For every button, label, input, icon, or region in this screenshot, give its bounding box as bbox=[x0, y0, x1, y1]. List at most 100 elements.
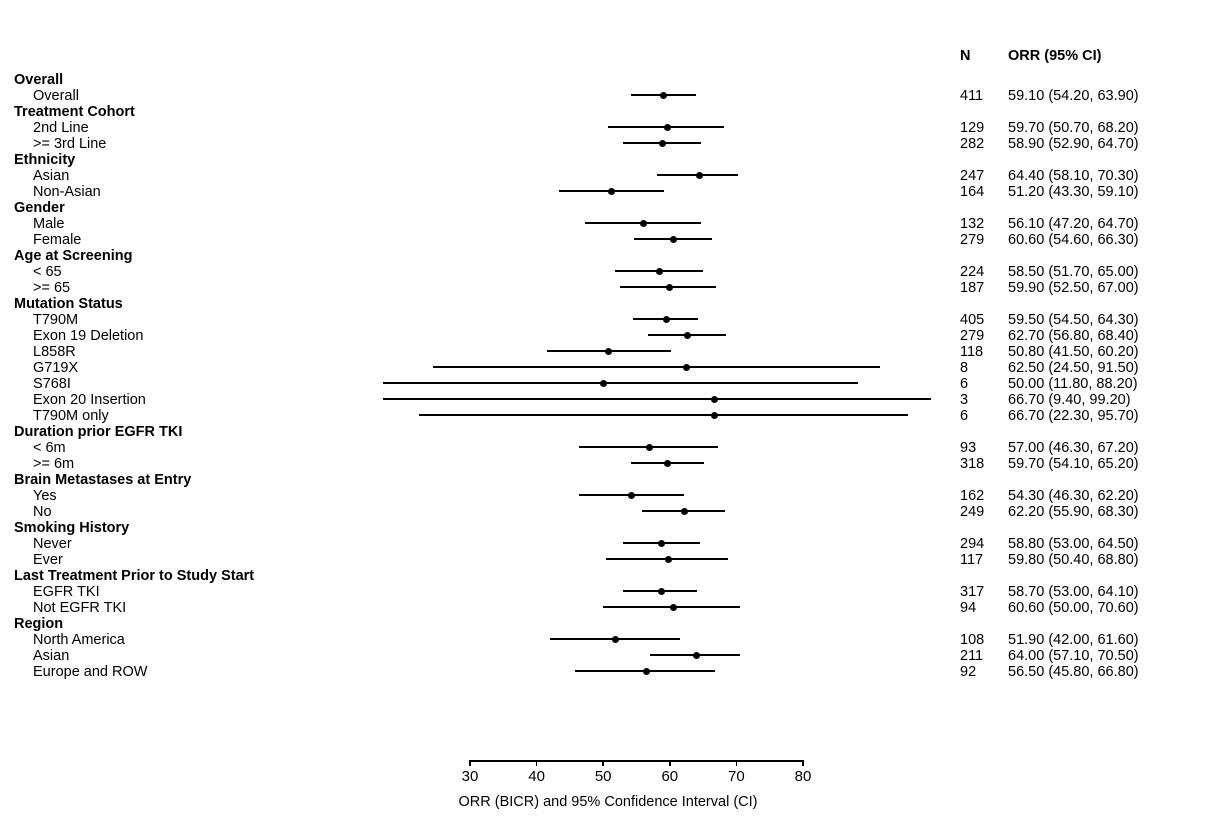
subgroup-row-label: Overall bbox=[33, 88, 79, 104]
subgroup-row-label: 2nd Line bbox=[33, 120, 89, 136]
cell-n: 6 bbox=[960, 408, 969, 424]
cell-orr-ci: 58.50 (51.70, 65.00) bbox=[1008, 264, 1139, 280]
subgroup-row-label: S768I bbox=[33, 376, 71, 392]
subgroup-row-label: EGFR TKI bbox=[33, 584, 100, 600]
cell-orr-ci: 62.20 (55.90, 68.30) bbox=[1008, 504, 1139, 520]
cell-orr-ci: 66.70 (22.30, 95.70) bbox=[1008, 408, 1139, 424]
subgroup-row-label: Non-Asian bbox=[33, 184, 101, 200]
axis-tick-label: 60 bbox=[661, 768, 679, 785]
cell-n: 3 bbox=[960, 392, 969, 408]
subgroup-row-label: < 6m bbox=[33, 440, 66, 456]
subgroup-heading: Last Treatment Prior to Study Start bbox=[14, 568, 255, 584]
cell-n: 317 bbox=[960, 584, 985, 600]
subgroup-heading: Ethnicity bbox=[14, 152, 76, 168]
subgroup-heading: Age at Screening bbox=[14, 248, 133, 264]
cell-n: 318 bbox=[960, 456, 985, 472]
cell-orr-ci: 51.90 (42.00, 61.60) bbox=[1008, 632, 1139, 648]
forest-plot: Overall Overall Treatment Cohort 2nd Line >=… bbox=[0, 0, 1216, 825]
cell-n: 411 bbox=[960, 88, 984, 104]
cell-orr-ci: 51.20 (43.30, 59.10) bbox=[1008, 184, 1139, 200]
subgroup-heading: Overall bbox=[14, 72, 64, 88]
axis-tick bbox=[802, 760, 804, 766]
axis-tick bbox=[602, 760, 604, 766]
confidence-interval-layer bbox=[383, 0, 935, 760]
subgroup-row-label: Exon 20 Insertion bbox=[33, 392, 146, 408]
subgroup-row-label: Asian bbox=[33, 168, 70, 184]
cell-orr-ci: 60.60 (54.60, 66.30) bbox=[1008, 232, 1139, 248]
subgroup-row-label: < 65 bbox=[33, 264, 62, 280]
cell-orr-ci: 58.80 (53.00, 64.50) bbox=[1008, 536, 1139, 552]
subgroup-row-label: >= 65 bbox=[33, 280, 71, 296]
point-estimate-marker bbox=[695, 171, 703, 179]
cell-orr-ci: 56.10 (47.20, 64.70) bbox=[1008, 216, 1139, 232]
point-estimate-marker bbox=[658, 139, 666, 147]
cell-orr-ci: 50.00 (11.80, 88.20) bbox=[1008, 376, 1138, 392]
point-estimate-marker bbox=[660, 91, 668, 99]
subgroup-row-label: G719X bbox=[33, 360, 79, 376]
cell-n: 94 bbox=[960, 600, 977, 616]
axis-tick bbox=[469, 760, 471, 766]
cell-n: 279 bbox=[960, 328, 985, 344]
point-estimate-marker bbox=[599, 379, 607, 387]
subgroup-row-label: Female bbox=[33, 232, 82, 248]
point-estimate-marker bbox=[670, 235, 678, 243]
cell-n: 132 bbox=[960, 216, 985, 232]
cell-n: 164 bbox=[960, 184, 985, 200]
point-estimate-marker bbox=[684, 331, 692, 339]
cell-n: 405 bbox=[960, 312, 985, 328]
cell-n: 8 bbox=[960, 360, 969, 376]
subgroup-row-label: Yes bbox=[33, 488, 57, 504]
point-estimate-marker bbox=[664, 459, 672, 467]
axis-tick-label: 30 bbox=[461, 768, 479, 785]
point-estimate-marker bbox=[657, 587, 665, 595]
subgroup-heading: Treatment Cohort bbox=[14, 104, 135, 120]
subgroup-heading: Duration prior EGFR TKI bbox=[14, 424, 183, 440]
axis-title: ORR (BICR) and 95% Confidence Interval (… bbox=[458, 794, 758, 810]
cell-orr-ci: 66.70 (9.40, 99.20) bbox=[1008, 392, 1131, 408]
subgroup-row-label: Exon 19 Deletion bbox=[33, 328, 144, 344]
point-estimate-marker bbox=[658, 539, 666, 547]
point-estimate-marker bbox=[664, 123, 672, 131]
cell-n: 6 bbox=[960, 376, 969, 392]
axis-tick bbox=[735, 760, 738, 766]
confidence-interval-line bbox=[383, 398, 931, 400]
cell-orr-ci: 62.50 (24.50, 91.50) bbox=[1008, 360, 1139, 376]
confidence-interval-line bbox=[433, 366, 880, 368]
subgroup-row-label: >= 3rd Line bbox=[33, 136, 107, 152]
cell-orr-ci: 56.50 (45.80, 66.80) bbox=[1008, 664, 1139, 680]
cell-orr-ci: 64.40 (58.10, 70.30) bbox=[1008, 168, 1139, 184]
cell-n: 249 bbox=[960, 504, 985, 520]
cell-n: 108 bbox=[960, 632, 985, 648]
axis-tick bbox=[535, 760, 538, 766]
point-estimate-marker bbox=[692, 651, 700, 659]
cell-n: 247 bbox=[960, 168, 985, 184]
cell-n: 294 bbox=[960, 536, 985, 552]
cell-orr-ci: 59.10 (54.20, 63.90) bbox=[1008, 88, 1139, 104]
column-header-orr: ORR (95% CI) bbox=[1008, 48, 1102, 64]
cell-orr-ci: 59.80 (50.40, 68.80) bbox=[1008, 552, 1139, 568]
subgroup-heading: Gender bbox=[14, 200, 65, 216]
cell-n: 211 bbox=[960, 648, 984, 664]
cell-n: 92 bbox=[960, 664, 977, 680]
subgroup-row-label: Not EGFR TKI bbox=[33, 600, 127, 616]
cell-orr-ci: 58.90 (52.90, 64.70) bbox=[1008, 136, 1139, 152]
point-estimate-marker bbox=[682, 363, 690, 371]
cell-n: 118 bbox=[960, 344, 984, 360]
axis-tick-label: 70 bbox=[728, 768, 745, 785]
axis-tick-label: 40 bbox=[528, 768, 545, 785]
cell-n: 224 bbox=[960, 264, 985, 280]
subgroup-row-label: Asian bbox=[33, 648, 70, 664]
point-estimate-marker bbox=[612, 635, 620, 643]
cell-orr-ci: 59.70 (54.10, 65.20) bbox=[1008, 456, 1139, 472]
point-estimate-marker bbox=[628, 491, 636, 499]
point-estimate-marker bbox=[642, 667, 650, 675]
point-estimate-marker bbox=[670, 603, 678, 611]
subgroup-row-label: North America bbox=[33, 632, 125, 648]
axis-tick bbox=[669, 760, 671, 766]
cell-orr-ci: 59.90 (52.50, 67.00) bbox=[1008, 280, 1139, 296]
point-estimate-marker bbox=[646, 443, 654, 451]
point-estimate-marker bbox=[607, 187, 615, 195]
subgroup-heading: Smoking History bbox=[14, 520, 130, 536]
cell-orr-ci: 59.70 (50.70, 68.20) bbox=[1008, 120, 1139, 136]
point-estimate-marker bbox=[656, 267, 664, 275]
